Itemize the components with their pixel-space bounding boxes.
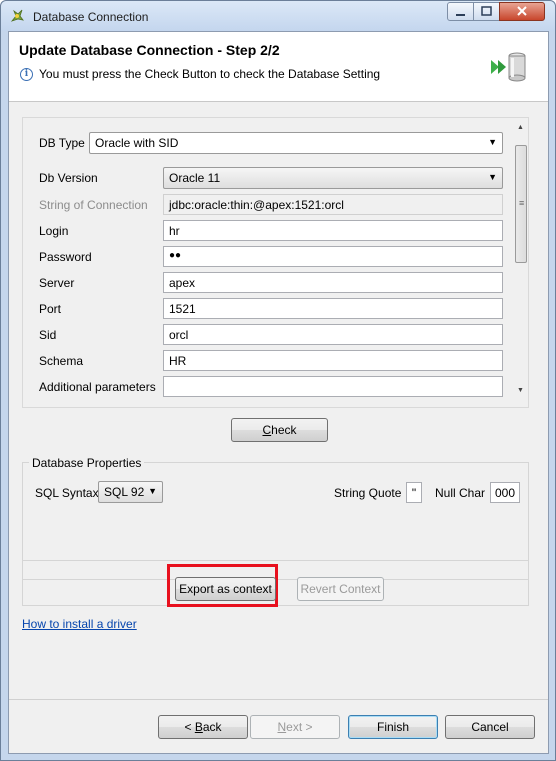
grip-icon: ≡ xyxy=(519,198,525,208)
additional-params-input[interactable] xyxy=(163,376,503,397)
sql-syntax-label: SQL Syntax xyxy=(35,486,99,500)
scroll-down-icon[interactable]: ▼ xyxy=(517,387,524,394)
db-version-value: Oracle 11 xyxy=(169,171,221,185)
minimize-button[interactable] xyxy=(447,2,474,21)
scroll-up-icon[interactable]: ▲ xyxy=(517,124,524,131)
chevron-down-icon: ▼ xyxy=(488,172,497,182)
install-driver-link[interactable]: How to install a driver xyxy=(22,617,137,631)
string-quote-input[interactable]: " xyxy=(406,482,422,503)
revert-context-button[interactable]: Revert Context xyxy=(297,577,384,601)
sql-syntax-value: SQL 92 xyxy=(104,485,145,499)
database-properties-title: Database Properties xyxy=(29,456,145,470)
db-type-value: Oracle with SID xyxy=(95,136,179,150)
maximize-icon xyxy=(481,6,492,16)
back-label-post: ack xyxy=(202,720,222,734)
chevron-down-icon: ▼ xyxy=(148,486,157,496)
check-label-mnemonic: C xyxy=(262,423,272,437)
export-as-context-button[interactable]: Export as context xyxy=(175,577,276,601)
wizard-header: Update Database Connection - Step 2/2 i … xyxy=(9,32,548,102)
password-label: Password xyxy=(39,250,92,264)
null-char-input[interactable]: 000 xyxy=(490,482,520,503)
sid-input[interactable]: orcl xyxy=(163,324,503,345)
back-button[interactable]: < Back xyxy=(158,715,248,739)
db-type-select[interactable]: Oracle with SID ▼ xyxy=(89,132,503,154)
header-message: You must press the Check Button to check… xyxy=(39,67,381,81)
window-title: Database Connection xyxy=(33,10,149,24)
null-char-label: Null Char xyxy=(435,486,486,500)
port-input[interactable]: 1521 xyxy=(163,298,503,319)
schema-input[interactable]: HR xyxy=(163,350,503,371)
check-label-post: heck xyxy=(271,423,297,437)
finish-button[interactable]: Finish xyxy=(348,715,438,739)
footer-separator xyxy=(9,699,548,700)
chevron-down-icon: ▼ xyxy=(488,137,497,147)
additional-params-label: Additional parameters xyxy=(39,380,156,394)
dialog-window: Database Connection Update Database Conn… xyxy=(0,0,556,761)
sql-syntax-select[interactable]: SQL 92 ▼ xyxy=(98,481,163,503)
back-label-mnemonic: B xyxy=(194,720,203,734)
close-icon xyxy=(517,6,527,16)
cancel-button[interactable]: Cancel xyxy=(445,715,535,739)
form-scrollbar[interactable]: ▲ ≡ ▼ xyxy=(513,118,528,407)
dialog-client-area: Update Database Connection - Step 2/2 i … xyxy=(8,31,549,754)
db-type-label: DB Type xyxy=(39,136,85,150)
conn-string-field: jdbc:oracle:thin:@apex:1521:orcl xyxy=(163,194,503,215)
string-quote-label: String Quote xyxy=(334,486,402,500)
database-arrow-icon xyxy=(491,52,526,82)
page-title: Update Database Connection - Step 2/2 xyxy=(19,42,280,58)
schema-label: Schema xyxy=(39,354,84,368)
db-version-label: Db Version xyxy=(39,171,98,185)
check-button[interactable]: Check xyxy=(231,418,328,442)
login-label: Login xyxy=(39,224,69,238)
sid-label: Sid xyxy=(39,328,57,342)
server-input[interactable]: apex xyxy=(163,272,503,293)
next-button[interactable]: Next > xyxy=(250,715,340,739)
conn-string-label: String of Connection xyxy=(39,198,148,212)
scrollbar-thumb[interactable]: ≡ xyxy=(515,145,527,263)
server-label: Server xyxy=(39,276,75,290)
back-label-pre: < xyxy=(184,720,195,734)
next-label-mnemonic: N xyxy=(277,720,287,734)
minimize-icon xyxy=(456,14,465,16)
title-bar[interactable]: Database Connection xyxy=(1,1,555,31)
next-label-post: ext > xyxy=(286,720,313,734)
login-input[interactable]: hr xyxy=(163,220,503,241)
db-version-select[interactable]: Oracle 11 ▼ xyxy=(163,167,503,189)
password-input[interactable]: ●● xyxy=(163,246,503,267)
port-label: Port xyxy=(39,302,62,316)
maximize-button[interactable] xyxy=(473,2,500,21)
connection-form-panel: DB Type Oracle with SID ▼ Db Version Ora… xyxy=(22,117,529,408)
close-button[interactable] xyxy=(499,2,545,21)
info-icon: i xyxy=(20,68,33,81)
talend-app-icon xyxy=(10,9,24,22)
